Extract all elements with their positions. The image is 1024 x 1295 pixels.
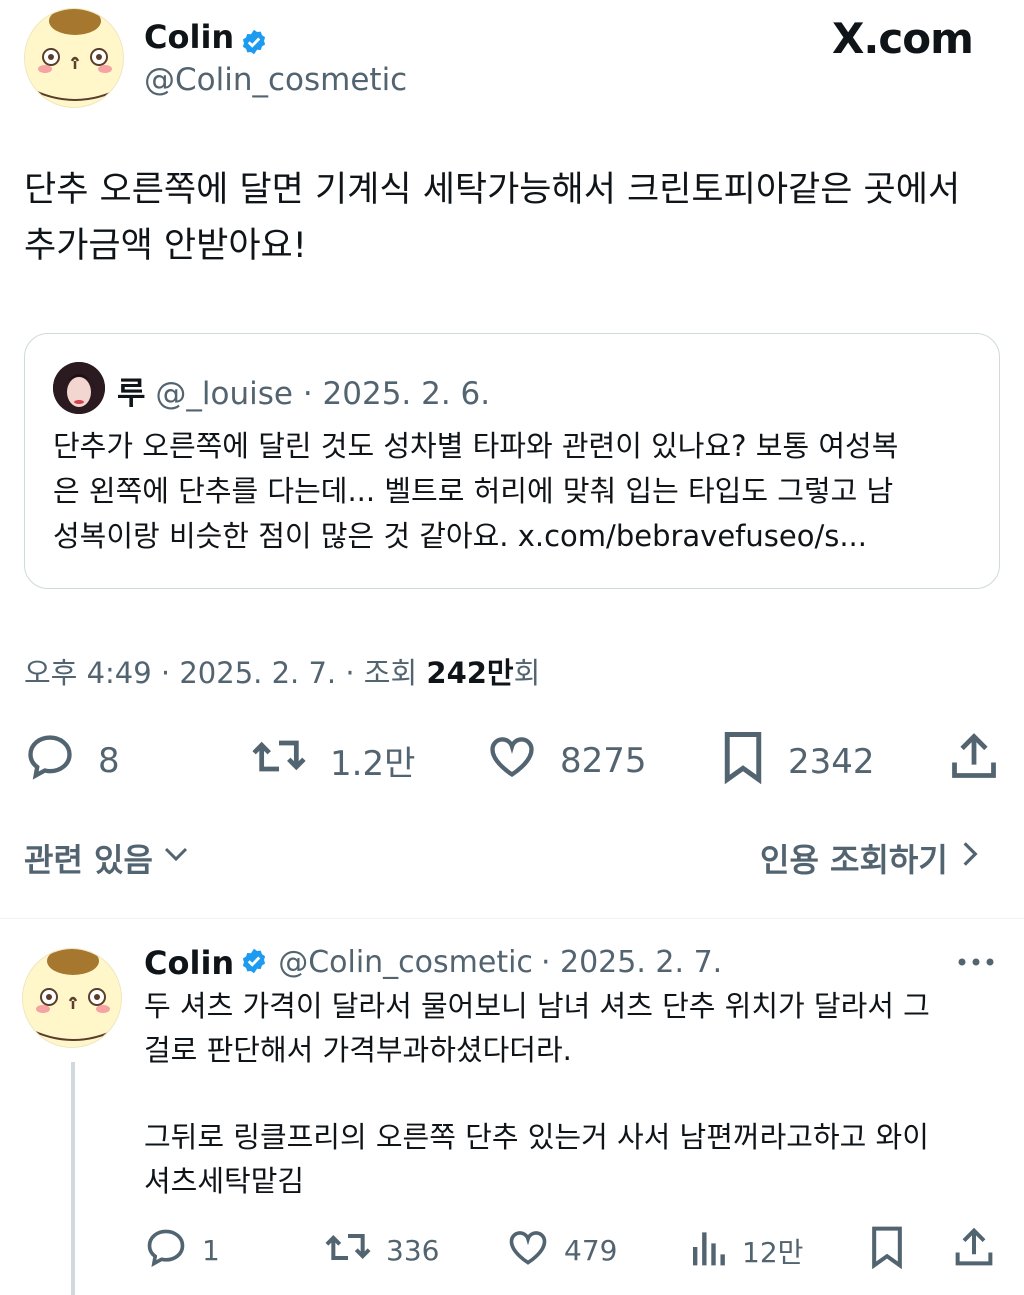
quote-author-avatar bbox=[53, 362, 105, 414]
more-icon bbox=[956, 958, 996, 978]
author-handle[interactable]: @Colin_cosmetic bbox=[144, 61, 407, 99]
thread-line bbox=[71, 1062, 75, 1295]
views-icon bbox=[688, 1225, 742, 1276]
related-label: 관련 있음 bbox=[24, 841, 153, 879]
reply-retweet-count: 336 bbox=[386, 1234, 440, 1267]
bookmark-icon bbox=[720, 730, 788, 793]
reply-count: 8 bbox=[98, 740, 120, 781]
tweet-text-line: 단추 오른쪽에 달면 기계식 세탁가능해서 크린토피아같은 곳에서 bbox=[24, 170, 961, 210]
divider bbox=[0, 918, 1024, 919]
like-count: 8275 bbox=[560, 740, 647, 781]
retweet-count: 1.2만 bbox=[330, 744, 416, 784]
reply-views-button[interactable]: 12만 bbox=[688, 1225, 803, 1276]
reply-author-avatar[interactable] bbox=[22, 948, 122, 1048]
verified-badge-icon bbox=[240, 947, 268, 979]
quote-author-handle: @_louise bbox=[155, 376, 293, 412]
brand-logo: X.com bbox=[832, 14, 974, 63]
verified-badge-icon bbox=[240, 28, 268, 60]
share-icon bbox=[950, 733, 998, 786]
reply-icon bbox=[144, 1225, 202, 1276]
more-button[interactable] bbox=[956, 950, 996, 978]
share-icon bbox=[954, 1227, 994, 1273]
reply-like-button[interactable]: 479 bbox=[506, 1225, 617, 1276]
quote-text-line: 은 왼쪽에 단추를 다는데... 벨트로 허리에 맞춰 입는 타입도 그렇고 남 bbox=[53, 474, 894, 508]
reply-retweet-button[interactable]: 336 bbox=[324, 1225, 439, 1276]
view-quotes-link[interactable]: 인용 조회하기 bbox=[760, 835, 982, 881]
quoted-tweet-card[interactable]: 루 @_louise · 2025. 2. 6. 단추가 오른쪽에 달린 것도 … bbox=[24, 333, 1000, 589]
reply-button[interactable]: 8 bbox=[24, 730, 120, 791]
tweet-meta: 오후 4:49 · 2025. 2. 7. · 조회 242만회 bbox=[24, 650, 540, 692]
chevron-down-icon bbox=[161, 839, 191, 877]
author-name[interactable]: Colin bbox=[144, 18, 234, 56]
view-count: 242만 bbox=[426, 656, 514, 690]
reply-author-handle[interactable]: @Colin_cosmetic bbox=[278, 944, 533, 982]
view-count-suffix: 회 bbox=[513, 656, 541, 690]
chevron-right-icon bbox=[958, 838, 982, 878]
reply-text-line: 두 셔츠 가격이 달라서 물어보니 남녀 셔츠 단추 위치가 달라서 그 bbox=[144, 989, 930, 1023]
tweet-time-date: 오후 4:49 · 2025. 2. 7. · 조회 bbox=[24, 656, 427, 690]
reply-share-button[interactable] bbox=[954, 1225, 994, 1273]
reply-bookmark-button[interactable] bbox=[868, 1225, 906, 1273]
reply-views-count: 12만 bbox=[742, 1235, 804, 1269]
tweet-text-line: 추가금액 안받아요! bbox=[24, 226, 307, 266]
reply-author-name[interactable]: Colin bbox=[144, 944, 234, 982]
bookmark-icon bbox=[868, 1226, 906, 1273]
reply-text-line: 셔츠세탁맡김 bbox=[144, 1164, 305, 1198]
reply-reply-button[interactable]: 1 bbox=[144, 1225, 220, 1276]
related-toggle[interactable]: 관련 있음 bbox=[24, 835, 191, 881]
share-button[interactable] bbox=[950, 730, 998, 786]
like-icon bbox=[486, 730, 560, 791]
reply-text-line: 그뒤로 링클프리의 오른쪽 단추 있는거 사서 남편꺼라고하고 와이 bbox=[144, 1120, 929, 1154]
reply-reply-count: 1 bbox=[202, 1234, 220, 1267]
reply-icon bbox=[24, 730, 98, 791]
retweet-button[interactable]: 1.2만 bbox=[250, 730, 415, 791]
bookmark-button[interactable]: 2342 bbox=[720, 730, 875, 793]
reply-date: · 2025. 2. 7. bbox=[540, 945, 723, 980]
quote-author-name: 루 bbox=[117, 376, 146, 412]
reply-like-count: 479 bbox=[564, 1234, 618, 1267]
quote-text-line: 단추가 오른쪽에 달린 것도 성차별 타파와 관련이 있나요? 보통 여성복 bbox=[53, 429, 899, 463]
retweet-icon bbox=[250, 730, 330, 791]
author-avatar[interactable] bbox=[24, 8, 124, 108]
quote-date: · 2025. 2. 6. bbox=[302, 376, 491, 412]
quote-text-line: 성복이랑 비슷한 점이 많은 것 같아요. x.com/bebravefuseo… bbox=[53, 519, 867, 553]
bookmark-count: 2342 bbox=[788, 741, 875, 782]
like-button[interactable]: 8275 bbox=[486, 730, 647, 791]
view-quotes-label: 인용 조회하기 bbox=[760, 841, 948, 879]
retweet-icon bbox=[324, 1225, 386, 1276]
reply-text-line: 걸로 판단해서 가격부과하셨다더라. bbox=[144, 1033, 572, 1067]
like-icon bbox=[506, 1225, 564, 1276]
